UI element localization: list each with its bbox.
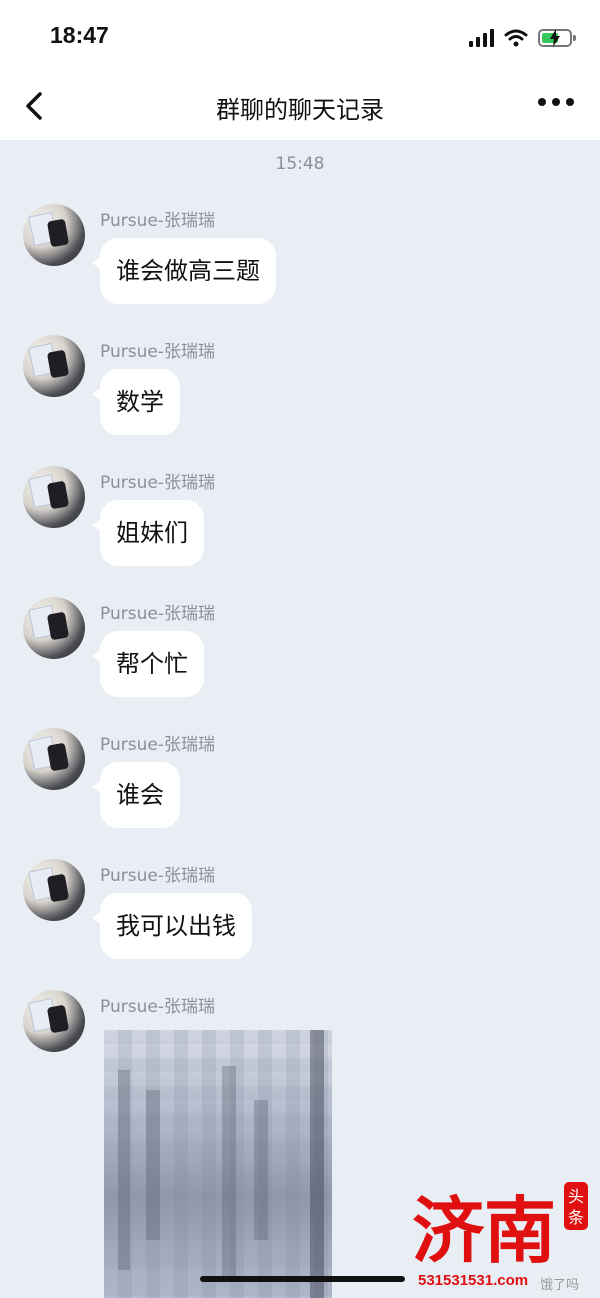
sender-name: Pursue-张瑞瑞 [100,342,215,362]
watermark-source: 饿了吗 [540,1278,580,1293]
avatar[interactable] [23,859,85,921]
avatar[interactable] [23,597,85,659]
nav-bar: 群聊的聊天记录 [0,72,600,140]
message-bubble[interactable]: 我可以出钱 [92,893,252,959]
sender-name: Pursue-张瑞瑞 [100,866,215,886]
message-bubble[interactable]: 姐妹们 [92,500,204,566]
more-options-icon[interactable] [538,98,574,106]
wifi-icon [504,29,528,47]
sender-name: Pursue-张瑞瑞 [100,735,215,755]
image-message-pixelated[interactable] [104,1030,332,1298]
page-title: 群聊的聊天记录 [216,96,384,124]
watermark-url: 531531531.com [418,1272,529,1289]
avatar[interactable] [23,990,85,1052]
svg-text:济南: 济南 [412,1188,556,1270]
message-bubble[interactable]: 谁会做高三题 [92,238,276,304]
signal-icon [469,29,494,47]
status-icons [469,26,576,50]
time-divider: 15:48 [275,154,325,174]
sender-name: Pursue-张瑞瑞 [100,997,215,1017]
message-bubble[interactable]: 谁会 [92,762,180,828]
status-time: 18:47 [50,22,109,48]
sender-name: Pursue-张瑞瑞 [100,473,215,493]
message-bubble[interactable]: 数学 [92,369,180,435]
status-bar: 18:47 [0,0,600,72]
avatar[interactable] [23,335,85,397]
chat-history[interactable]: 15:48 Pursue-张瑞瑞 谁会做高三题 Pursue-张瑞瑞 数学 Pu… [0,140,600,1298]
avatar[interactable] [23,466,85,528]
home-indicator[interactable] [200,1276,405,1282]
battery-icon [538,29,576,47]
sender-name: Pursue-张瑞瑞 [100,211,215,231]
svg-text:头: 头 [568,1187,584,1206]
message-bubble[interactable]: 帮个忙 [92,631,204,697]
svg-text:条: 条 [568,1208,584,1227]
avatar[interactable] [23,728,85,790]
avatar[interactable] [23,204,85,266]
sender-name: Pursue-张瑞瑞 [100,604,215,624]
jinan-toutiao-logo: 济南 头 条 [412,1182,588,1270]
